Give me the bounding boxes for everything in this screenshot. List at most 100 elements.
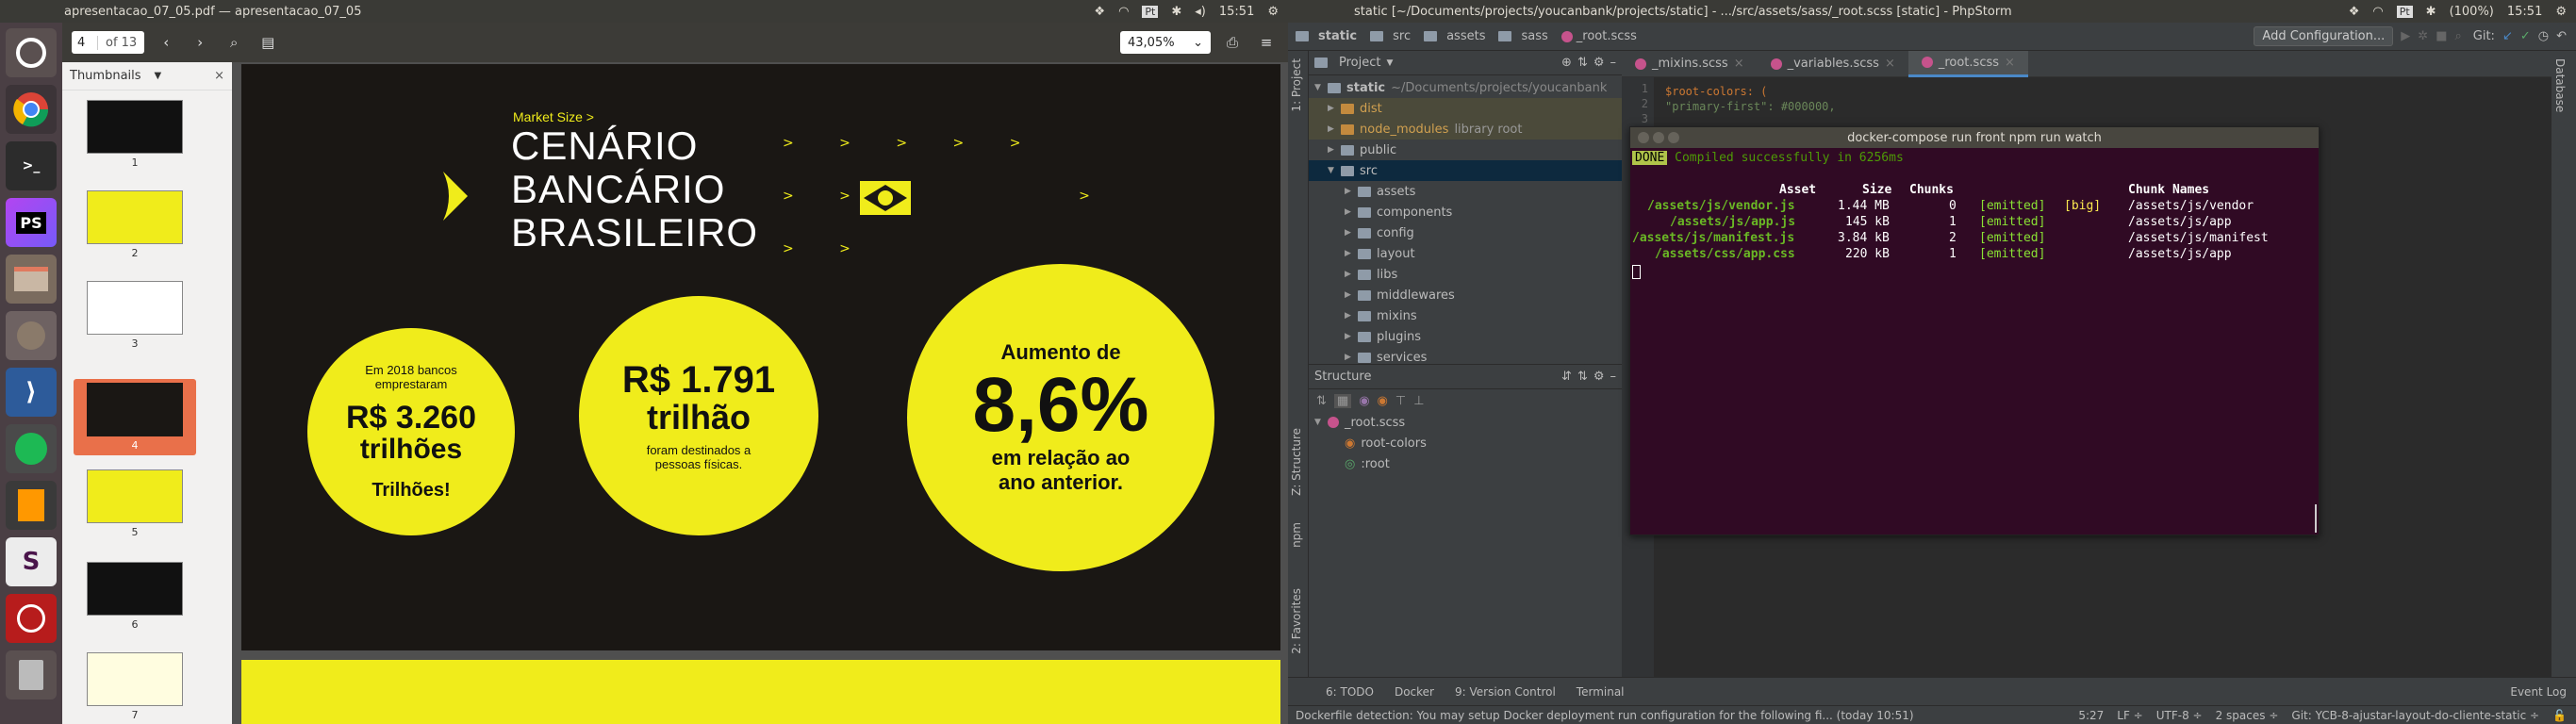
- keyboard-layout-icon[interactable]: Pt: [1142, 5, 1159, 18]
- chevron-right-icon[interactable]: ▶: [1345, 311, 1358, 321]
- chevron-right-icon[interactable]: ▶: [1345, 187, 1358, 196]
- line-separator[interactable]: LF ÷: [2117, 709, 2142, 722]
- chevron-down-icon[interactable]: ▼: [1314, 418, 1328, 427]
- clock[interactable]: 15:51: [2507, 5, 2542, 19]
- page-selector[interactable]: 4 of 13: [72, 31, 145, 54]
- spotify-icon[interactable]: [6, 424, 57, 473]
- thumbnail-page-3[interactable]: 3: [74, 281, 196, 350]
- tree-item-middlewares[interactable]: ▶ middlewares: [1309, 285, 1622, 305]
- tab-variables[interactable]: _variables.scss ×: [1758, 51, 1908, 77]
- cursor-position[interactable]: 5:27: [2078, 709, 2104, 722]
- print-icon[interactable]: ⎙: [1220, 30, 1245, 55]
- chevron-down-icon[interactable]: ▼: [1386, 58, 1393, 68]
- structure-item[interactable]: ◎ :root: [1309, 453, 1622, 474]
- tree-root[interactable]: ▼ static ~/Documents/projects/youcanbank: [1309, 77, 1622, 98]
- file-encoding[interactable]: UTF-8 ÷: [2156, 709, 2203, 722]
- sublime-icon[interactable]: [6, 481, 57, 530]
- tree-item-dist[interactable]: ▶ dist: [1309, 98, 1622, 119]
- search-everywhere-icon[interactable]: ⌕: [2454, 29, 2461, 43]
- close-window-icon[interactable]: [1638, 132, 1649, 143]
- thumbnail-page-7[interactable]: 7: [74, 652, 196, 721]
- menu-icon[interactable]: ≡: [1254, 30, 1279, 55]
- close-icon[interactable]: ×: [1734, 57, 1744, 71]
- terminal-window[interactable]: docker-compose run front npm run watch D…: [1629, 126, 2320, 535]
- chevron-right-icon[interactable]: ▶: [1345, 353, 1358, 362]
- terminal-icon[interactable]: >_: [6, 141, 57, 190]
- chrome-icon[interactable]: [6, 85, 57, 134]
- search-icon[interactable]: ⌕: [222, 30, 246, 55]
- breadcrumb-item[interactable]: assets: [1446, 29, 1485, 43]
- dropbox-icon[interactable]: ❖: [1094, 5, 1105, 19]
- trash-icon[interactable]: [6, 650, 57, 699]
- structure-file[interactable]: ▼ _root.scss: [1309, 412, 1622, 433]
- tree-item-libs[interactable]: ▶ libs: [1309, 264, 1622, 285]
- thumbnail-page-2[interactable]: 2: [74, 190, 196, 259]
- breadcrumb-item[interactable]: sass: [1521, 29, 1547, 43]
- settings-gear-icon[interactable]: ⚙: [1267, 5, 1279, 19]
- tab-database[interactable]: Database: [2553, 58, 2567, 112]
- chevron-right-icon[interactable]: ▶: [1345, 249, 1358, 258]
- sidebar-toggle-icon[interactable]: ▤: [256, 30, 280, 55]
- zoom-select[interactable]: 43,05% ⌄: [1120, 31, 1211, 54]
- vscode-icon[interactable]: ⟩: [6, 368, 57, 417]
- autoscroll-icon[interactable]: ⊥: [1413, 394, 1424, 408]
- close-icon[interactable]: ×: [1885, 57, 1895, 71]
- files-icon[interactable]: [6, 255, 57, 304]
- wifi-icon[interactable]: ◠: [1118, 5, 1129, 19]
- chevron-right-icon[interactable]: ▶: [1345, 270, 1358, 279]
- expand-icon[interactable]: ⇵: [1561, 370, 1572, 384]
- chevron-right-icon[interactable]: ▶: [1328, 104, 1341, 113]
- stop-icon[interactable]: ■: [2436, 29, 2447, 43]
- tree-item-assets[interactable]: ▶ assets: [1309, 181, 1622, 202]
- tab-root[interactable]: _root.scss ×: [1907, 50, 2028, 77]
- git-history-icon[interactable]: ◷: [2538, 29, 2549, 43]
- minimize-icon[interactable]: –: [1610, 56, 1617, 70]
- tree-item-config[interactable]: ▶ config: [1309, 222, 1622, 243]
- tab-mixins[interactable]: _mixins.scss ×: [1622, 51, 1758, 77]
- chevron-right-icon[interactable]: ▶: [1345, 332, 1358, 341]
- git-update-icon[interactable]: ↙: [2502, 29, 2513, 43]
- slack-icon[interactable]: S: [6, 537, 57, 586]
- tree-item-components[interactable]: ▶ components: [1309, 202, 1622, 222]
- gimp-icon[interactable]: [6, 311, 57, 360]
- settings-gear-icon[interactable]: ⚙: [2555, 5, 2567, 19]
- tab-terminal[interactable]: Terminal: [1577, 685, 1625, 699]
- chevron-right-icon[interactable]: ▶: [1345, 290, 1358, 300]
- wifi-icon[interactable]: ◠: [2372, 5, 2383, 19]
- tree-item-mixins[interactable]: ▶ mixins: [1309, 305, 1622, 326]
- thumbnail-page-5[interactable]: 5: [74, 469, 196, 538]
- breadcrumb-item[interactable]: src: [1393, 29, 1411, 43]
- add-configuration-button[interactable]: Add Configuration...: [2254, 26, 2394, 46]
- tab-npm[interactable]: npm: [1290, 522, 1303, 548]
- breadcrumb[interactable]: src: [1370, 29, 1411, 43]
- next-page-icon[interactable]: ›: [188, 30, 212, 55]
- tree-item-plugins[interactable]: ▶ plugins: [1309, 326, 1622, 347]
- breadcrumb[interactable]: _root.scss: [1560, 29, 1637, 43]
- fields-icon[interactable]: ◉: [1378, 394, 1388, 408]
- terminal-scrollbar[interactable]: [2315, 504, 2317, 533]
- collapse-icon[interactable]: ⇅: [1577, 56, 1588, 70]
- chevron-down-icon[interactable]: ▼: [1328, 166, 1341, 175]
- keyboard-layout-icon[interactable]: Pt: [2396, 5, 2413, 18]
- tree-item-layout[interactable]: ▶ layout: [1309, 243, 1622, 264]
- chevron-right-icon[interactable]: ▶: [1328, 124, 1341, 134]
- close-icon[interactable]: ×: [2005, 56, 2015, 70]
- battery-status[interactable]: (100%): [2450, 5, 2494, 19]
- target-icon[interactable]: ⊕: [1561, 56, 1572, 70]
- bluetooth-icon[interactable]: ✱: [1171, 5, 1181, 19]
- dropbox-icon[interactable]: ❖: [2349, 5, 2360, 19]
- status-message[interactable]: Dockerfile detection: You may setup Dock…: [1296, 709, 1914, 722]
- project-panel-title[interactable]: Project: [1339, 56, 1380, 70]
- thumbnail-page-6[interactable]: 6: [74, 562, 196, 631]
- breadcrumb[interactable]: sass: [1498, 29, 1548, 43]
- ubuntu-logo-icon[interactable]: [6, 28, 57, 77]
- chevron-down-icon[interactable]: ▼: [1314, 83, 1328, 92]
- tab-favorites[interactable]: 2: Favorites: [1290, 588, 1303, 654]
- breadcrumb-item[interactable]: _root.scss: [1577, 29, 1637, 43]
- minimize-icon[interactable]: –: [1610, 370, 1617, 384]
- run-icon[interactable]: ▶: [2401, 29, 2410, 43]
- filter-icon[interactable]: ▦: [1333, 393, 1352, 408]
- debug-icon[interactable]: ✲: [2418, 29, 2428, 43]
- collapse-icon[interactable]: ⇅: [1577, 370, 1588, 384]
- inherited-icon[interactable]: ⊤: [1395, 394, 1406, 408]
